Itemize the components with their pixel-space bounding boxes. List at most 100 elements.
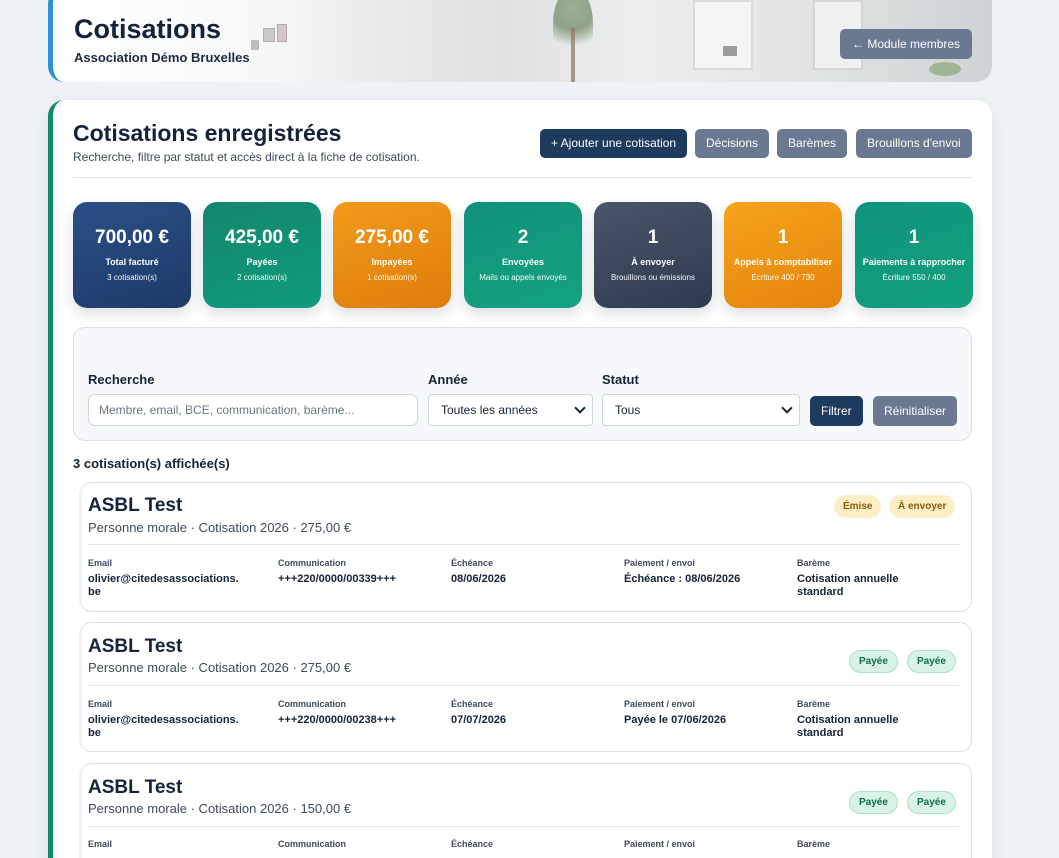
stat-to-send[interactable]: 1 À envoyer Brouillons ou émissions	[594, 202, 712, 308]
status-badge: Payée	[907, 650, 956, 673]
field-label-bareme: Barème	[797, 558, 831, 568]
stat-label: Envoyées	[501, 257, 545, 267]
stat-payments-to-match[interactable]: 1 Paiements à rapprocher Écriture 550 / …	[855, 202, 973, 308]
status-select[interactable]: Tous	[602, 394, 800, 426]
field-bareme: Cotisation annuelle	[797, 714, 899, 726]
field-label-payment: Paiement / envoi	[624, 699, 696, 709]
banner-decoration	[277, 24, 287, 42]
status-badge: Payée	[849, 791, 898, 814]
field-email: be	[88, 727, 101, 739]
field-email: be	[88, 586, 101, 598]
drafts-button[interactable]: Brouillons d'envoi	[856, 129, 972, 158]
field-label-communication: Communication	[278, 699, 347, 709]
page-title: Cotisations	[74, 14, 222, 44]
stat-sent[interactable]: 2 Envoyées Mails ou appels envoyés	[464, 202, 582, 308]
add-cotisation-button[interactable]: + Ajouter une cotisation	[540, 129, 688, 158]
chevron-down-icon	[574, 402, 586, 414]
stat-hint: Brouillons ou émissions	[610, 273, 696, 282]
stat-value: 1	[908, 227, 920, 248]
stat-calls-to-book[interactable]: 1 Appels à comptabiliser Écriture 400 / …	[724, 202, 842, 308]
field-bareme: Cotisation annuelle	[797, 573, 899, 585]
year-label: Année	[428, 372, 468, 387]
reset-button[interactable]: Réinitialiser	[873, 396, 958, 426]
stat-value: 275,00 €	[355, 227, 429, 248]
member-name[interactable]: ASBL Test	[88, 495, 182, 517]
status-label: Statut	[602, 372, 639, 387]
stat-unpaid[interactable]: 275,00 € Impayées 1 cotisation(s)	[333, 202, 451, 308]
decisions-button[interactable]: Décisions	[695, 129, 770, 158]
divider	[88, 685, 959, 686]
stat-label: Impayées	[371, 257, 413, 267]
members-module-button[interactable]: ← Module membres	[840, 29, 973, 59]
field-payment: Échéance : 08/06/2026	[624, 573, 741, 585]
stat-label: Paiements à rapprocher	[862, 257, 966, 267]
search-label: Recherche	[88, 372, 155, 387]
stat-total-billed[interactable]: 700,00 € Total facturé 3 cotisation(s)	[73, 202, 191, 308]
field-bareme: standard	[797, 586, 844, 598]
stat-hint: Écriture 400 / 730	[751, 273, 815, 282]
divider	[88, 544, 959, 545]
divider	[88, 826, 959, 827]
record-meta: Personne morale · Cotisation 2026 · 150,…	[88, 801, 352, 816]
stat-value: 2	[517, 227, 529, 248]
field-label-payment: Paiement / envoi	[624, 558, 696, 568]
status-select-value: Tous	[615, 403, 641, 417]
banner-decoration	[263, 28, 275, 42]
status-badge: Payée	[907, 791, 956, 814]
stat-value: 425,00 €	[225, 227, 299, 248]
field-label-email: Email	[88, 699, 113, 709]
field-email: olivier@citedesassociations.	[88, 714, 239, 726]
stat-value: 700,00 €	[95, 227, 169, 248]
banner-decoration	[251, 40, 259, 50]
year-select-value: Toutes les années	[441, 403, 538, 417]
field-email: olivier@citedesassociations.	[88, 573, 239, 585]
chevron-down-icon	[781, 402, 793, 414]
filter-button[interactable]: Filtrer	[810, 396, 863, 426]
stat-hint: 2 cotisation(s)	[237, 273, 287, 282]
stat-label: Total facturé	[105, 257, 159, 267]
field-due: 08/06/2026	[451, 573, 507, 585]
section-title: Cotisations enregistrées	[73, 120, 342, 146]
member-name[interactable]: ASBL Test	[88, 636, 182, 658]
organization-name: Association Démo Bruxelles	[74, 50, 250, 65]
search-input[interactable]: Membre, email, BCE, communication, barèm…	[88, 394, 418, 426]
field-label-communication: Communication	[278, 558, 347, 568]
status-badge: Émise	[834, 495, 882, 518]
results-count: 3 cotisation(s) affichée(s)	[73, 456, 230, 471]
stat-hint: 1 cotisation(s)	[367, 273, 417, 282]
stat-value: 1	[647, 227, 659, 248]
stat-label: Appels à comptabiliser	[733, 257, 833, 267]
field-communication: +++220/0000/00238+++	[278, 714, 397, 726]
field-label-due: Échéance	[451, 558, 494, 568]
banner-decoration	[693, 0, 753, 70]
field-label-payment: Paiement / envoi	[624, 839, 696, 849]
stat-paid[interactable]: 425,00 € Payées 2 cotisation(s)	[203, 202, 321, 308]
stat-hint: Mails ou appels envoyés	[479, 273, 567, 282]
field-label-email: Email	[88, 839, 113, 849]
year-select[interactable]: Toutes les années	[428, 394, 593, 426]
field-payment: Payée le 07/06/2026	[624, 714, 727, 726]
divider	[73, 177, 972, 178]
field-communication: +++220/0000/00339+++	[278, 573, 397, 585]
field-label-due: Échéance	[451, 839, 494, 849]
stat-hint: 3 cotisation(s)	[107, 273, 157, 282]
record-meta: Personne morale · Cotisation 2026 · 275,…	[88, 520, 352, 535]
field-label-email: Email	[88, 558, 113, 568]
stat-label: Payées	[246, 257, 278, 267]
member-name[interactable]: ASBL Test	[88, 777, 182, 799]
stat-label: À envoyer	[631, 257, 675, 267]
banner-decoration	[571, 28, 575, 82]
status-badge: Payée	[849, 650, 898, 673]
banner-decoration	[929, 62, 961, 76]
record-meta: Personne morale · Cotisation 2026 · 275,…	[88, 660, 352, 675]
banner-decoration	[723, 46, 737, 56]
status-badge: À envoyer	[889, 495, 956, 518]
section-subtitle: Recherche, filtre par statut et accès di…	[73, 150, 420, 164]
field-label-bareme: Barème	[797, 699, 831, 709]
baremes-button[interactable]: Barèmes	[777, 129, 848, 158]
stat-hint: Écriture 550 / 400	[882, 273, 946, 282]
stat-value: 1	[777, 227, 789, 248]
field-bareme: standard	[797, 727, 844, 739]
field-due: 07/07/2026	[451, 714, 507, 726]
field-label-bareme: Barème	[797, 839, 831, 849]
